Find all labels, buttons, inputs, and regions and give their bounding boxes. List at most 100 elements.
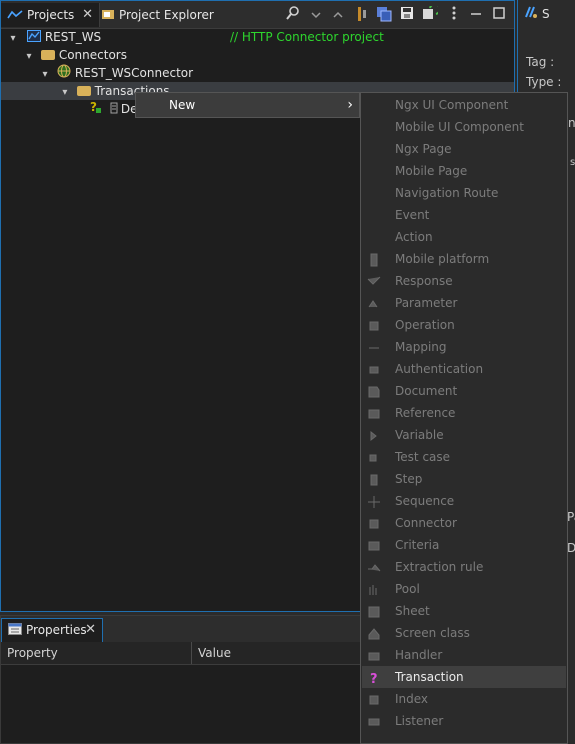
stack-icon[interactable] [375,6,393,24]
submenu-item-mobile-page[interactable]: Mobile Page [362,160,566,182]
submenu-item-extraction-rule[interactable]: Extraction rule [362,556,566,578]
submenu-item-label: Mobile UI Component [395,120,524,134]
close-icon[interactable]: ✕ [85,619,96,641]
submenu-item-transaction[interactable]: ? Transaction [362,666,566,688]
submenu-item-sheet[interactable]: Sheet [362,600,566,622]
partial-text-a: n [568,116,575,130]
submenu-item-label: Sequence [395,494,455,508]
variable-icon [367,428,381,442]
context-menu: New › [135,92,360,118]
tree-item-connectors[interactable]: ▾ Connectors [23,46,127,64]
refresh-icon[interactable] [421,3,441,24]
project-explorer-icon [101,4,115,28]
chevron-down-icon[interactable]: ▾ [23,48,35,66]
document-icon [367,384,381,398]
submenu-item-step[interactable]: Step [362,468,566,490]
projects-tabbar: Projects ✕ Project Explorer [1,1,514,29]
reference-icon [367,406,381,420]
submenu-item-response[interactable]: Response [362,270,566,292]
submenu-item-ngx-page[interactable]: Ngx Page [362,138,566,160]
svg-text:?: ? [90,100,97,114]
chevron-down-icon[interactable]: ▾ [7,30,19,48]
submenu-item-action[interactable]: Action [362,226,566,248]
tab-properties-label: Properties [26,623,87,637]
navigation-route-icon [367,186,381,200]
submenu-item-operation[interactable]: Operation [362,314,566,336]
tab-explorer-label: Project Explorer [119,8,214,22]
submenu-item-label: Handler [395,648,443,662]
folder-icon [40,49,55,60]
submenu-item-label: Mobile Page [395,164,468,178]
ngx-ui-component-icon [367,98,381,112]
filter-icon[interactable] [353,6,371,24]
tab-projects-label: Projects [27,8,75,22]
close-icon[interactable]: ✕ [82,3,93,27]
transaction-icon: ? [89,100,103,119]
tab-projects[interactable]: Projects ✕ [1,3,100,27]
operation-icon [367,318,381,332]
tab-project-explorer[interactable]: Project Explorer [95,3,237,27]
connectors-label: Connectors [58,48,127,62]
partial-text-d: Do [567,541,575,555]
test-case-icon [367,450,381,464]
folder-icon [76,85,91,96]
submenu-item-ngx-ui-component[interactable]: Ngx UI Component [362,94,566,116]
submenu-item-connector[interactable]: Connector [362,512,566,534]
submenu-item-document[interactable]: Document [362,380,566,402]
project-comment: // HTTP Connector project [230,30,384,44]
tree-item-transaction[interactable]: ? De [89,100,137,118]
partial-text-b: s [570,157,575,168]
submenu-item-event[interactable]: Event [362,204,566,226]
submenu-item-label: Navigation Route [395,186,499,200]
properties-icon [8,620,22,642]
column-property[interactable]: Property [1,642,192,664]
tab-properties[interactable]: Properties ✕ [1,618,103,642]
submenu-item-authentication[interactable]: Authentication [362,358,566,380]
dropdown-arrow-icon[interactable] [307,6,325,24]
submenu-item-mobile-platform[interactable]: Mobile platform [362,248,566,270]
minimize-icon[interactable] [467,6,485,24]
submenu-item-index[interactable]: Index [362,688,566,710]
submenu-item-sequence[interactable]: Sequence [362,490,566,512]
mobile-ui-component-icon [367,120,381,134]
submenu-item-mapping[interactable]: Mapping [362,336,566,358]
menu-item-new[interactable]: New › [136,93,359,117]
submenu-item-label: Ngx Page [395,142,452,156]
search-icon[interactable] [284,6,302,24]
submenu-item-test-case[interactable]: Test case [362,446,566,468]
mapping-icon [367,340,381,354]
tree-item-connector[interactable]: ▾ REST_WSConnector [39,64,193,82]
collapse-icon[interactable] [329,6,347,24]
submenu-item-label: Action [395,230,433,244]
submenu-item-handler[interactable]: Handler [362,644,566,666]
submenu-item-label: Event [395,208,430,222]
parameter-icon [367,296,381,310]
submenu-item-label: Operation [395,318,455,332]
submenu-item-reference[interactable]: Reference [362,402,566,424]
transaction-icon: ? [367,670,381,687]
submenu-item-pool[interactable]: Pool [362,578,566,600]
maximize-icon[interactable] [490,6,508,24]
tree-item-project[interactable]: ▾ REST_WS [7,28,101,46]
index-icon [367,692,381,706]
submenu-arrow-icon: › [347,97,353,113]
sequence-icon [367,494,381,508]
submenu-item-navigation-route[interactable]: Navigation Route [362,182,566,204]
submenu-item-parameter[interactable]: Parameter [362,292,566,314]
extraction-rule-icon [367,560,381,574]
submenu-item-label: Ngx UI Component [395,98,509,112]
pool-icon [367,582,381,596]
view-menu-icon[interactable] [445,6,463,24]
save-icon[interactable] [398,6,416,24]
menu-new-label: New [169,98,196,112]
submenu-item-mobile-ui-component[interactable]: Mobile UI Component [362,116,566,138]
submenu-item-screen-class[interactable]: Screen class [362,622,566,644]
submenu-item-criteria[interactable]: Criteria [362,534,566,556]
submenu-item-label: Step [395,472,423,486]
submenu-item-label: Document [395,384,458,398]
chevron-down-icon[interactable]: ▾ [59,84,71,102]
tab-source[interactable]: S [518,2,575,26]
submenu-item-variable[interactable]: Variable [362,424,566,446]
submenu-item-listener[interactable]: Listener [362,710,566,732]
submenu-new: Ngx UI Component Mobile UI Component Ngx P… [360,92,568,744]
